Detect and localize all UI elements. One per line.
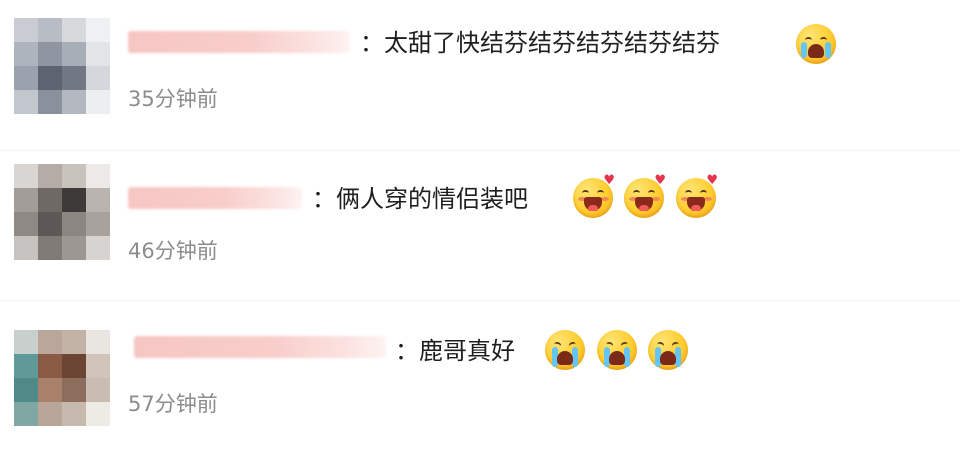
username-blurred[interactable] xyxy=(134,336,386,358)
comment-text: ：俩人穿的情侣装吧 xyxy=(312,185,528,213)
comment-text: ：太甜了快结芬结芬结芬结芬结芬 xyxy=(360,29,720,57)
comment-item: ：太甜了快结芬结芬结芬结芬结芬 35分钟前 xyxy=(0,0,960,150)
crying-face-icon xyxy=(648,330,688,370)
username-blurred[interactable] xyxy=(128,187,302,209)
comment-item: ：俩人穿的情侣装吧 ♥ ♥ ♥ 46分钟前 xyxy=(0,150,960,300)
comment-item: ：鹿哥真好 57分钟前 xyxy=(0,300,960,454)
crying-face-icon xyxy=(597,330,637,370)
avatar[interactable] xyxy=(14,330,110,426)
comment-text: ：鹿哥真好 xyxy=(395,337,515,365)
comment-timestamp: 57分钟前 xyxy=(128,392,218,416)
avatar[interactable] xyxy=(14,18,110,114)
blushing-heart-face-icon: ♥ xyxy=(624,174,666,218)
blushing-heart-face-icon: ♥ xyxy=(573,174,615,218)
comment-timestamp: 46分钟前 xyxy=(128,239,218,263)
loudly-crying-face-icon xyxy=(796,24,836,64)
crying-face-icon xyxy=(545,330,585,370)
blushing-heart-face-icon: ♥ xyxy=(676,174,718,218)
avatar[interactable] xyxy=(14,164,110,260)
comment-timestamp: 35分钟前 xyxy=(128,87,218,111)
username-blurred[interactable] xyxy=(128,31,350,53)
